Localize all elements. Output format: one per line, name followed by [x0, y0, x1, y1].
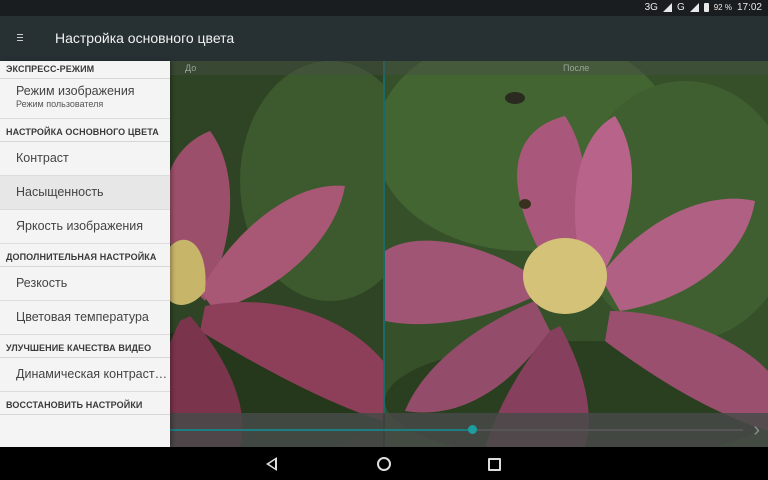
back-icon[interactable]	[266, 457, 277, 471]
battery-percent: 92 %	[713, 3, 732, 12]
drawer-item-dynamic-contrast[interactable]: Динамическая контрастность	[0, 358, 170, 392]
section-header-advanced: ДОПОЛНИТЕЛЬНАЯ НАСТРОЙКА	[0, 244, 170, 267]
network-type: 3G	[644, 2, 658, 13]
navigation-drawer: ЭКСПРЕСС-РЕЖИМ Режим изображения Режим п…	[0, 61, 170, 447]
drawer-item-saturation[interactable]: Насыщенность	[0, 176, 170, 210]
section-header-restore[interactable]: ВОССТАНОВИТЬ НАСТРОЙКИ	[0, 392, 170, 415]
drawer-item-color-temperature[interactable]: Цветовая температура	[0, 301, 170, 335]
clock: 17:02	[736, 2, 762, 13]
menu-icon[interactable]	[17, 34, 23, 41]
signal-icon	[662, 3, 672, 12]
signal-icon-2	[689, 3, 699, 12]
drawer-item-label: Режим изображения	[16, 84, 135, 98]
section-header-video-enhancement: УЛУЧШЕНИЕ КАЧЕСТВА ВИДЕО	[0, 335, 170, 358]
drawer-item-sharpness[interactable]: Резкость	[0, 267, 170, 301]
battery-icon	[703, 3, 709, 12]
after-image	[385, 61, 768, 447]
section-header-express: ЭКСПРЕСС-РЕЖИМ	[0, 61, 170, 79]
drawer-item-brightness[interactable]: Яркость изображения	[0, 210, 170, 244]
before-label: До	[185, 63, 197, 73]
drawer-item-contrast[interactable]: Контраст	[0, 142, 170, 176]
after-label: После	[563, 63, 590, 73]
network-type-2: G	[676, 2, 685, 13]
drawer-item-picture-mode[interactable]: Режим изображения Режим пользователя	[0, 79, 170, 119]
recents-icon[interactable]	[488, 458, 501, 471]
home-icon[interactable]	[377, 457, 391, 471]
status-bar: 3G G 92 % 17:02	[0, 0, 768, 16]
chevron-right-icon[interactable]: ›	[753, 419, 760, 442]
drawer-item-sublabel: Режим пользователя	[16, 99, 104, 109]
slider-thumb[interactable]	[468, 425, 477, 434]
system-nav-bar	[0, 447, 768, 480]
slider-track-remaining[interactable]	[473, 429, 743, 431]
app-bar: Настройка основного цвета	[0, 16, 768, 61]
section-header-basic-color: НАСТРОЙКА ОСНОВНОГО ЦВЕТА	[0, 119, 170, 142]
page-title: Настройка основного цвета	[55, 30, 235, 46]
